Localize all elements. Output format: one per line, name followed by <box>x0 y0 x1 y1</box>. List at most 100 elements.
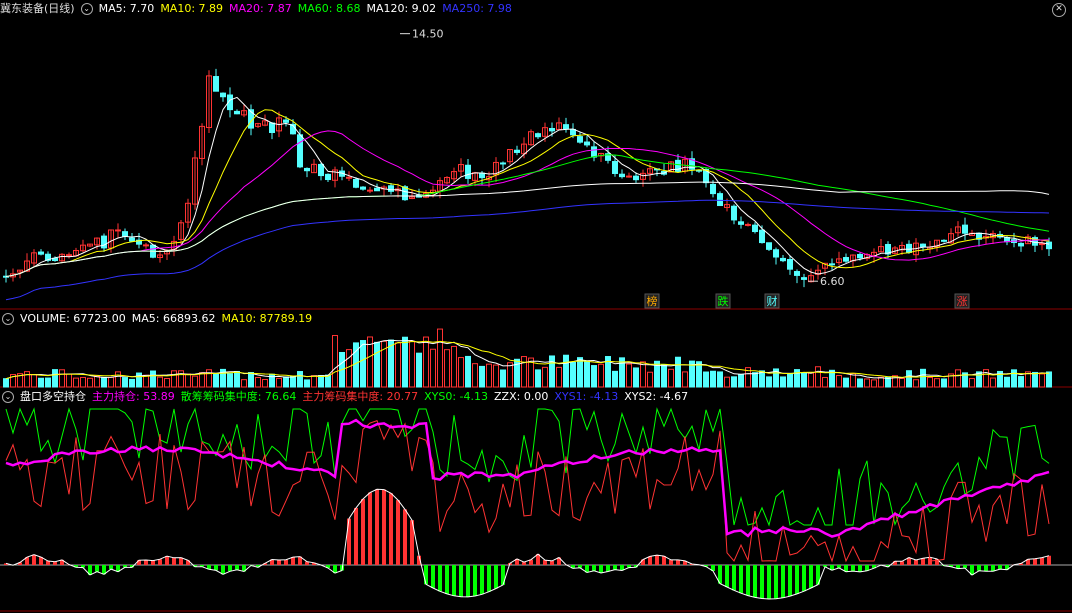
candle-body <box>388 185 394 192</box>
volume-bar <box>45 377 51 388</box>
oscillator-bar <box>221 565 225 575</box>
oscillator-bar <box>606 565 610 572</box>
candle-body <box>577 136 583 143</box>
volume-label-1: MA5: 66893.62 <box>131 312 216 325</box>
oscillator-bar <box>914 559 918 565</box>
volume-bar <box>213 373 219 388</box>
oscillator-bar <box>725 565 729 588</box>
candle-body <box>843 257 849 262</box>
collapse-indicator-icon[interactable]: ⌄ <box>2 391 14 403</box>
candle-body <box>346 176 352 179</box>
candle-body <box>1039 243 1045 246</box>
volume-bar <box>927 377 933 388</box>
oscillator-bar <box>1033 558 1037 565</box>
volume-bar <box>598 363 604 388</box>
volume-bar <box>626 363 632 388</box>
marker-label: 涨 <box>957 295 968 308</box>
oscillator-bar <box>445 565 449 594</box>
indicator-label-7: XYS2: -4.67 <box>624 390 689 403</box>
volume-bar <box>836 375 842 388</box>
oscillator-bar <box>795 565 799 594</box>
volume-ma10-line <box>5 340 1049 380</box>
close-icon[interactable]: ✕ <box>1052 3 1066 17</box>
oscillator-bar <box>424 565 428 585</box>
oscillator-bar <box>655 555 659 565</box>
volume-bar <box>409 340 415 388</box>
volume-bar <box>192 375 198 388</box>
oscillator-bar <box>781 565 785 598</box>
volume-bar <box>577 357 583 388</box>
candle-body <box>234 110 240 115</box>
volume-bar <box>1018 376 1024 388</box>
indicator-label-5: ZZX: 0.00 <box>494 390 549 403</box>
volume-ma5-line <box>5 339 1050 380</box>
oscillator-bar <box>144 559 148 565</box>
oscillator-bar <box>900 561 904 565</box>
indicator-label-6: XYS1: -4.13 <box>554 390 619 403</box>
candle-body <box>731 205 737 221</box>
volume-bar <box>458 357 464 388</box>
volume-bar <box>1011 369 1017 388</box>
oscillator-bar <box>158 559 162 565</box>
volume-bar <box>731 376 737 388</box>
volume-bar <box>430 348 436 388</box>
candle-body <box>374 187 380 192</box>
volume-bar <box>899 377 905 388</box>
candle-body <box>269 122 275 133</box>
candle-body <box>304 167 310 172</box>
volume-bar <box>815 366 821 388</box>
volume-bar <box>766 376 772 388</box>
volume-bar <box>395 342 401 388</box>
oscillator-bar <box>284 559 288 565</box>
candle-body <box>353 178 359 188</box>
oscillator-bar <box>921 558 925 565</box>
indicator-label-4: XYS0: -4.13 <box>424 390 489 403</box>
volume-bar <box>38 377 44 388</box>
oscillator-bar <box>599 565 603 574</box>
candle-body <box>787 258 793 270</box>
volume-bar <box>787 372 793 388</box>
candle-body <box>766 242 772 250</box>
volume-bar <box>780 376 786 388</box>
candle-body <box>752 224 758 233</box>
volume-bar <box>752 372 758 388</box>
candle-body <box>563 124 569 130</box>
oscillator-bar <box>550 560 554 565</box>
oscillator-envelope-line <box>5 488 1050 600</box>
volume-bar <box>136 372 142 388</box>
volume-bar <box>556 366 562 388</box>
volume-bar <box>171 370 177 388</box>
volume-bar <box>843 377 849 388</box>
volume-bar <box>241 379 247 388</box>
volume-bar <box>332 335 338 388</box>
volume-bar <box>500 369 506 388</box>
oscillator-bar <box>368 492 372 565</box>
oscillator-bar <box>431 565 435 589</box>
chart-canvas[interactable]: 14.50 6.60 榜 跌 财 涨 <box>0 0 1072 613</box>
volume-bar <box>234 370 240 388</box>
candle-body <box>962 224 968 234</box>
volume-bar <box>535 369 541 388</box>
ma-label-5: MA250: 7.98 <box>442 2 512 15</box>
volume-bar <box>416 352 422 388</box>
oscillator-bar <box>459 565 463 597</box>
volume-bar <box>276 377 282 388</box>
volume-label-2: MA10: 87789.19 <box>221 312 313 325</box>
collapse-price-icon[interactable]: ⌄ <box>80 3 93 15</box>
candle-body <box>318 163 324 177</box>
collapse-volume-icon[interactable]: ⌄ <box>2 313 14 325</box>
volume-bar <box>122 377 128 388</box>
oscillator-bar <box>767 565 771 599</box>
oscillator-bar <box>739 565 743 594</box>
candle-body <box>857 253 863 259</box>
indicator-label-0: 盘口多空持仓 <box>20 390 86 403</box>
volume-bar <box>101 376 107 388</box>
volume-bar <box>423 336 429 388</box>
volume-bar <box>675 356 681 388</box>
volume-bar <box>647 371 653 388</box>
volume-bar <box>52 369 58 388</box>
indicator-legend: ⌄ 盘口多空持仓 主力持仓: 53.89 散筹筹码集中度: 76.64 主力筹码集中度:… <box>0 388 700 406</box>
volume-bar <box>318 375 324 388</box>
ma-label-3: MA60: 8.68 <box>297 2 361 15</box>
oscillator-bar <box>984 565 988 572</box>
